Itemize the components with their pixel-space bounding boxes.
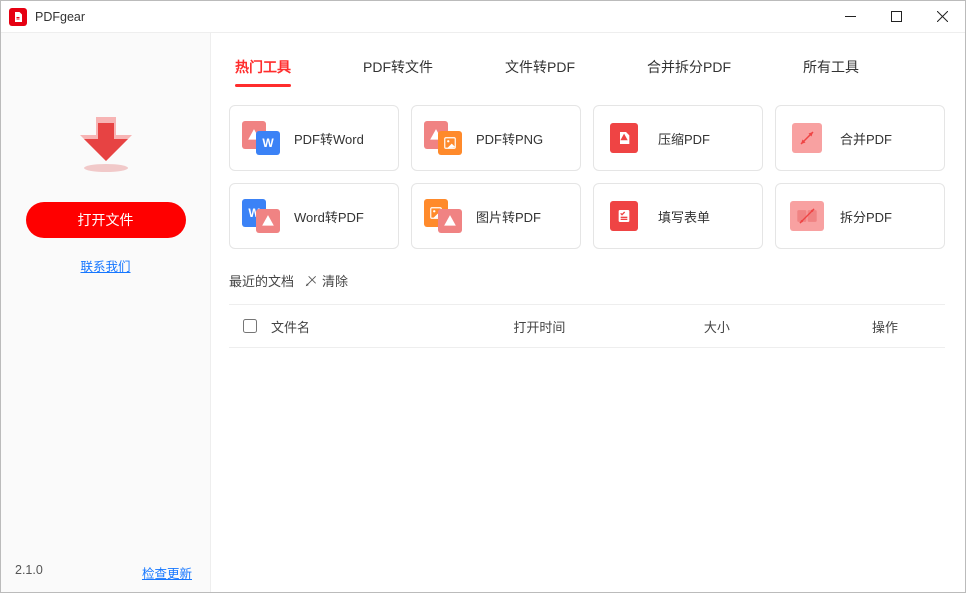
download-arrow-icon [70, 113, 142, 178]
pdf-to-png-icon [424, 121, 462, 155]
tab-all-tools[interactable]: 所有工具 [803, 57, 859, 77]
img-to-pdf-icon [424, 199, 462, 233]
pdf-to-word-icon: W [242, 121, 280, 155]
version-label: 2.1.0 [15, 563, 43, 582]
tab-pdf-to-file[interactable]: PDF转文件 [363, 57, 433, 77]
tool-grid: W PDF转Word PDF转PNG [229, 105, 945, 249]
tab-file-to-pdf[interactable]: 文件转PDF [505, 57, 575, 77]
tool-label: Word转PDF [294, 207, 364, 226]
clear-recent-button[interactable]: 清除 [304, 271, 348, 290]
col-size: 大小 [704, 317, 825, 336]
tool-compress-pdf[interactable]: 压缩PDF [593, 105, 763, 171]
open-file-button[interactable]: 打开文件 [26, 202, 186, 238]
compress-pdf-icon [606, 121, 644, 155]
recent-heading: 最近的文档 [229, 271, 294, 290]
maximize-button[interactable] [873, 1, 919, 32]
app-icon [9, 8, 27, 26]
merge-pdf-icon [788, 121, 826, 155]
tab-merge-split[interactable]: 合并拆分PDF [647, 57, 731, 77]
tool-img-to-pdf[interactable]: 图片转PDF [411, 183, 581, 249]
tool-label: 合并PDF [840, 129, 892, 148]
main-panel: 热门工具 PDF转文件 文件转PDF 合并拆分PDF 所有工具 W PDF转Wo… [211, 33, 965, 592]
tool-label: 图片转PDF [476, 207, 541, 226]
word-to-pdf-icon: W [242, 199, 280, 233]
clear-icon [304, 274, 318, 288]
tool-label: PDF转Word [294, 129, 364, 148]
recent-header: 最近的文档 清除 [229, 271, 945, 290]
tool-tabs: 热门工具 PDF转文件 文件转PDF 合并拆分PDF 所有工具 [229, 47, 945, 87]
tool-label: 压缩PDF [658, 129, 710, 148]
close-button[interactable] [919, 1, 965, 32]
recent-table-header: 文件名 打开时间 大小 操作 [229, 304, 945, 348]
tool-pdf-to-word[interactable]: W PDF转Word [229, 105, 399, 171]
tab-hot-tools[interactable]: 热门工具 [235, 57, 291, 77]
fill-form-icon [606, 199, 644, 233]
app-title: PDFgear [35, 10, 85, 24]
sidebar: 打开文件 联系我们 2.1.0 检查更新 [1, 33, 211, 592]
tool-fill-form[interactable]: 填写表单 [593, 183, 763, 249]
tool-label: 拆分PDF [840, 207, 892, 226]
title-bar: PDFgear [1, 1, 965, 33]
split-pdf-icon [788, 199, 826, 233]
tool-split-pdf[interactable]: 拆分PDF [775, 183, 945, 249]
tool-word-to-pdf[interactable]: W Word转PDF [229, 183, 399, 249]
app-window: PDFgear 打开文件 联系我们 2.1.0 检查更新 [0, 0, 966, 593]
tool-label: 填写表单 [658, 207, 710, 226]
tool-merge-pdf[interactable]: 合并PDF [775, 105, 945, 171]
minimize-button[interactable] [827, 1, 873, 32]
window-controls [827, 1, 965, 32]
check-update-link[interactable]: 检查更新 [142, 563, 192, 582]
select-all-checkbox[interactable] [243, 319, 257, 333]
col-open-time: 打开时间 [513, 317, 703, 336]
clear-label: 清除 [322, 271, 348, 290]
open-file-label: 打开文件 [78, 210, 134, 230]
tool-label: PDF转PNG [476, 129, 543, 148]
tool-pdf-to-png[interactable]: PDF转PNG [411, 105, 581, 171]
contact-us-link[interactable]: 联系我们 [80, 256, 130, 275]
col-filename: 文件名 [271, 317, 513, 336]
sidebar-footer: 2.1.0 检查更新 [1, 563, 210, 582]
col-action: 操作 [825, 317, 945, 336]
